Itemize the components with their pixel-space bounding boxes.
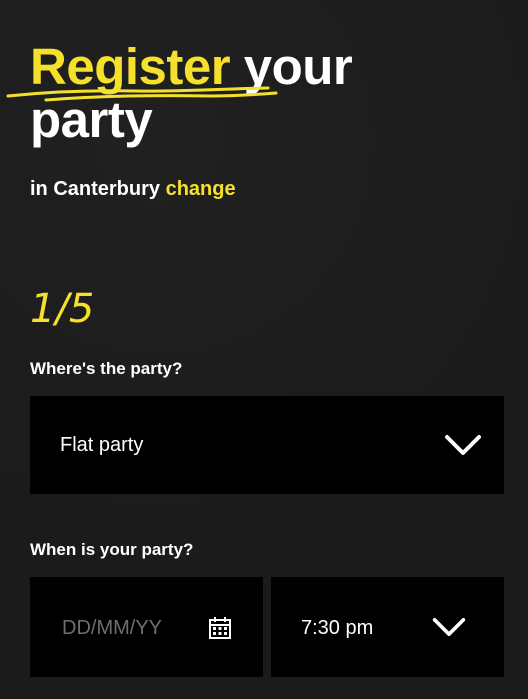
step-indicator-text: 1/5: [30, 286, 94, 332]
party-type-value: Flat party: [60, 434, 144, 456]
chevron-down-icon: [432, 618, 466, 636]
change-location-link[interactable]: change: [166, 178, 236, 200]
time-value: 7:30 pm: [301, 617, 374, 639]
time-select[interactable]: 7:30 pm: [271, 577, 504, 677]
scribble-underline-icon: [6, 86, 278, 102]
chevron-down-icon: [445, 435, 481, 455]
party-type-select[interactable]: Flat party: [30, 396, 504, 494]
date-input[interactable]: DD/MM/YY: [30, 577, 263, 677]
calendar-icon[interactable]: [208, 616, 232, 640]
date-placeholder: DD/MM/YY: [62, 617, 162, 639]
location-line: in Canterbury change: [30, 178, 236, 201]
step-indicator: 1/5: [30, 286, 94, 332]
party-time-label: When is your party?: [30, 540, 194, 559]
registration-page: Register your party in Canterbury change…: [0, 0, 528, 699]
location-text: in Canterbury: [30, 178, 161, 200]
party-location-label: Where's the party?: [30, 359, 183, 378]
